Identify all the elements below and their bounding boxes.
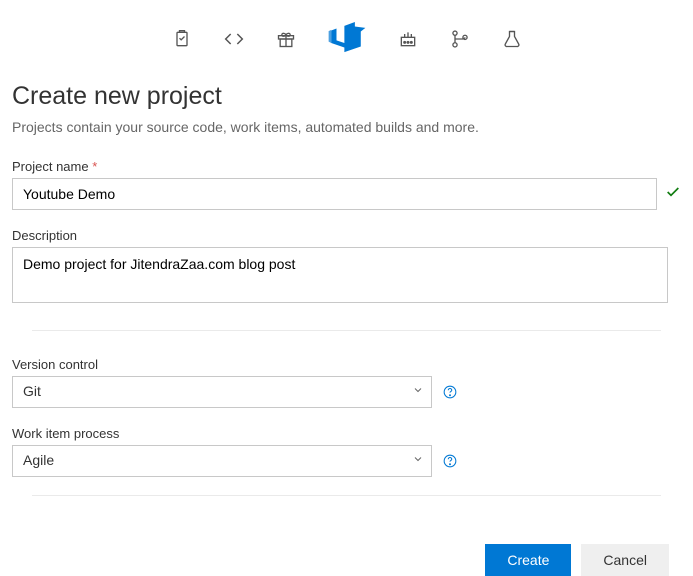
help-icon[interactable]: [442, 453, 458, 469]
gift-icon[interactable]: [274, 27, 298, 51]
testplans-icon[interactable]: [500, 27, 524, 51]
description-label: Description: [12, 228, 681, 243]
version-control-label: Version control: [12, 357, 681, 372]
service-toolbar: [0, 0, 693, 70]
project-name-label: Project name *: [12, 159, 681, 174]
cancel-button[interactable]: Cancel: [581, 544, 669, 576]
devops-logo-icon[interactable]: [326, 18, 368, 60]
repos-icon[interactable]: [448, 27, 472, 51]
version-control-select[interactable]: Git: [12, 376, 432, 408]
page-title: Create new project: [12, 82, 681, 111]
page-subtitle: Projects contain your source code, work …: [12, 119, 681, 135]
divider: [32, 330, 661, 331]
work-item-process-label: Work item process: [12, 426, 681, 441]
work-item-process-select[interactable]: Agile: [12, 445, 432, 477]
project-name-input[interactable]: [12, 178, 657, 210]
required-asterisk: *: [92, 159, 97, 174]
check-icon: [665, 184, 681, 205]
footer-actions: Create Cancel: [0, 522, 693, 576]
divider: [32, 495, 661, 496]
description-input[interactable]: [12, 247, 668, 303]
clipboard-icon[interactable]: [170, 27, 194, 51]
code-icon[interactable]: [222, 27, 246, 51]
help-icon[interactable]: [442, 384, 458, 400]
build-icon[interactable]: [396, 27, 420, 51]
create-button[interactable]: Create: [485, 544, 571, 576]
create-project-form: Create new project Projects contain your…: [0, 70, 693, 496]
